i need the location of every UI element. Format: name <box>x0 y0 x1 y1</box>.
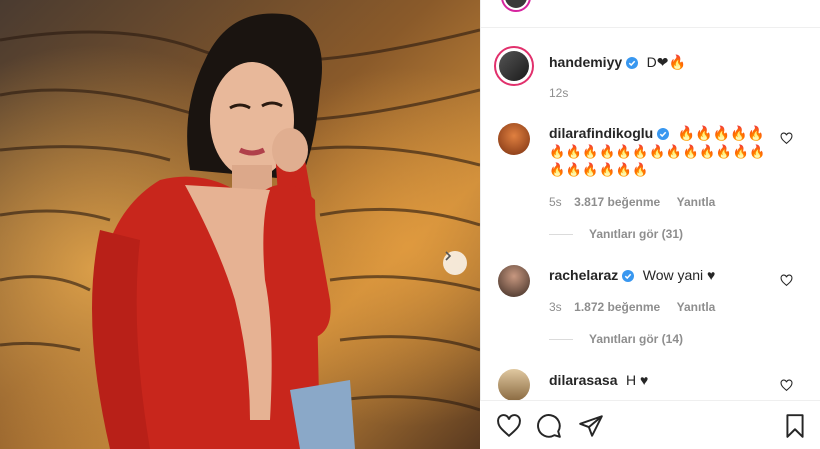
comment-meta: 5s 3.817 beğenme Yanıtla <box>549 193 715 211</box>
comment-text: H ♥ <box>625 372 649 388</box>
photo-illustration <box>0 0 480 449</box>
post-time: 12s <box>549 86 569 100</box>
reply-button[interactable]: Yanıtla <box>677 300 716 314</box>
header-avatar[interactable] <box>501 0 531 12</box>
paper-plane-icon[interactable] <box>578 413 604 439</box>
chevron-right-icon <box>445 251 452 261</box>
comment-header: dilarafindikoglu 🔥🔥🔥🔥🔥 <box>549 125 765 143</box>
reply-button[interactable]: Yanıtla <box>677 195 716 209</box>
comment-text: Wow yani ♥ <box>642 267 716 283</box>
commenter-username[interactable]: dilarafindikoglu <box>549 125 653 141</box>
caption: handemiyy D❤🔥 <box>549 54 686 72</box>
caption-emoji: ❤🔥 <box>656 54 686 70</box>
comment-likes[interactable]: 1.872 beğenme <box>574 300 660 314</box>
commenter-avatar[interactable] <box>498 123 530 155</box>
author-username[interactable]: handemiyy <box>549 54 622 70</box>
header-divider <box>481 27 820 28</box>
replies-line <box>549 339 573 340</box>
next-photo-button[interactable] <box>443 251 467 275</box>
post-photo[interactable] <box>0 0 480 449</box>
comment-header: dilarasasa H ♥ <box>549 372 648 390</box>
commenter-avatar[interactable] <box>498 369 530 401</box>
replies-line <box>549 234 573 235</box>
comment-icon[interactable] <box>536 413 562 439</box>
comments-panel: handemiyy D❤🔥 12s dilarafindikoglu 🔥🔥🔥🔥🔥… <box>480 0 820 449</box>
verified-badge-icon <box>626 57 639 69</box>
post-actions-bar <box>480 400 820 449</box>
heart-icon[interactable] <box>496 413 522 439</box>
comment-text-line2: 🔥🔥🔥🔥🔥🔥🔥🔥🔥🔥🔥🔥🔥 <box>549 144 766 159</box>
comment-text-line3: 🔥🔥🔥🔥🔥🔥 <box>549 162 650 177</box>
comment-meta: 3s 1.872 beğenme Yanıtla <box>549 298 715 316</box>
comment-like-heart-icon[interactable] <box>780 379 793 392</box>
commenter-avatar[interactable] <box>498 265 530 297</box>
comment-likes[interactable]: 3.817 beğenme <box>574 195 660 209</box>
verified-badge-icon <box>657 128 670 140</box>
view-replies-button[interactable]: Yanıtları gör (31) <box>589 227 683 241</box>
commenter-username[interactable]: dilarasasa <box>549 372 618 388</box>
author-avatar[interactable] <box>494 46 534 86</box>
caption-text: D <box>646 54 657 70</box>
comment-text: 🔥🔥🔥🔥🔥 <box>677 125 765 141</box>
comment-header: rachelaraz Wow yani ♥ <box>549 267 715 285</box>
view-replies-button[interactable]: Yanıtları gör (14) <box>589 332 683 346</box>
comment-like-heart-icon[interactable] <box>780 132 793 145</box>
comment-time: 5s <box>549 195 562 209</box>
verified-badge-icon <box>622 270 635 282</box>
comment-like-heart-icon[interactable] <box>780 274 793 287</box>
commenter-username[interactable]: rachelaraz <box>549 267 618 283</box>
bookmark-icon[interactable] <box>782 413 808 439</box>
comment-time: 3s <box>549 300 562 314</box>
